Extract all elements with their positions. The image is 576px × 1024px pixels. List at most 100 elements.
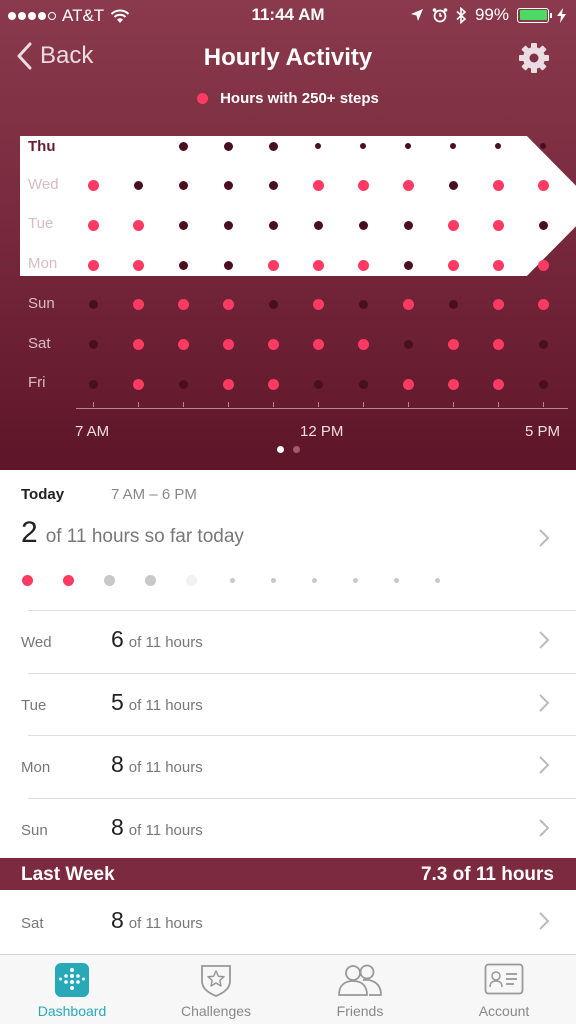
today-hours-count: 2 (21, 516, 38, 549)
day-row[interactable]: Mon 8 of 11 hours (0, 735, 576, 797)
x-axis-tick (543, 402, 544, 407)
row-hours-count: 8 (111, 751, 124, 777)
hour-dot (447, 219, 459, 231)
x-axis-line (76, 408, 568, 409)
hour-dot (223, 181, 233, 191)
today-summary[interactable]: Today 7 AM – 6 PM 2 of 11 hours so far t… (0, 470, 576, 610)
hour-dot (268, 220, 278, 230)
alarm-icon (432, 8, 448, 23)
x-axis-label: 5 PM (525, 423, 561, 440)
hour-dot (492, 219, 504, 231)
hour-dot (358, 300, 368, 310)
row-day-label: Sun (21, 821, 48, 839)
day-row[interactable]: Sun 8 of 11 hours (0, 797, 576, 860)
row-day-label: Mon (21, 759, 51, 776)
today-hour-dot (311, 577, 317, 583)
hour-dot (358, 379, 368, 389)
tab-friends[interactable]: Friends (288, 955, 432, 1024)
hour-dot (267, 259, 279, 271)
hour-dot (537, 180, 549, 192)
today-time-range: 7 AM – 6 PM (111, 486, 197, 503)
day-label-tue: Tue (28, 215, 54, 233)
hourly-activity-grid: Thu Wed Tue Mon Sun Sat Fri 7 AM 12 PM 5 PM (0, 126, 576, 440)
status-bar: AT&T 11:44 AM 99% (0, 0, 576, 30)
hour-dot (222, 339, 234, 350)
hour-dot (405, 143, 411, 149)
x-axis-tick (408, 402, 409, 407)
x-axis-tick (363, 402, 364, 407)
hour-dot (132, 140, 144, 152)
hour-dot (223, 220, 233, 230)
row-day-label: Sat (21, 915, 44, 932)
hour-dot (492, 378, 504, 390)
day-label-sun: Sun (28, 294, 55, 312)
legend-dot (197, 93, 209, 104)
hour-dot (447, 339, 459, 350)
hour-dot (447, 378, 459, 390)
today-hour-dot (62, 574, 74, 586)
row-divider (28, 735, 576, 736)
hour-dot (402, 299, 414, 311)
x-axis-tick (93, 402, 94, 407)
last-week-average: 7.3 of 11 hours (420, 864, 554, 885)
x-axis-label: 7 AM (75, 423, 110, 440)
chart-legend: Hours with 250+ steps (0, 90, 576, 107)
hour-dot (132, 299, 144, 311)
hour-dot (177, 339, 189, 350)
day-row[interactable]: Tue 5 of 11 hours (0, 672, 576, 735)
x-axis-tick (183, 402, 184, 407)
hour-dot (177, 299, 189, 311)
today-hour-dot (270, 577, 276, 583)
row-hours-total: of 11 hours (128, 696, 203, 714)
hour-dot (403, 220, 413, 230)
hour-dot (313, 220, 323, 230)
battery-percent: 99% (474, 5, 509, 24)
day-label-thu: Thu (20, 136, 576, 276)
hour-dot (132, 339, 144, 350)
row-hours-total: of 11 hours (128, 634, 203, 651)
hour-dot (315, 143, 321, 149)
hour-dot (132, 378, 144, 390)
hour-dot (540, 143, 546, 149)
today-hour-dots (0, 568, 576, 588)
hour-dot (313, 379, 323, 389)
tab-account[interactable]: Account (432, 955, 576, 1024)
day-label-wed: Wed (28, 175, 59, 193)
hour-dot (357, 259, 369, 271)
hour-dot (448, 181, 458, 191)
chevron-right-icon (539, 756, 550, 774)
x-axis-tick (273, 402, 274, 407)
hour-dot (223, 260, 233, 270)
location-arrow-icon (410, 9, 423, 21)
day-row[interactable]: Sat 8 of 11 hours (0, 891, 576, 953)
legend-label: Hours with 250+ steps (220, 90, 379, 107)
charging-icon (557, 7, 566, 23)
hour-dot (492, 339, 504, 350)
x-axis-tick (453, 402, 454, 407)
hour-dot (538, 379, 548, 389)
x-axis-tick (138, 402, 139, 407)
account-icon (484, 963, 524, 995)
day-row[interactable]: Wed 6 of 11 hours (0, 610, 576, 672)
x-axis-tick (318, 402, 319, 407)
hour-dot (88, 340, 98, 349)
hour-dot (312, 299, 324, 311)
hour-dot (358, 220, 368, 230)
tab-challenges[interactable]: Challenges (144, 955, 288, 1024)
page-dot (276, 446, 284, 453)
row-divider (28, 797, 576, 799)
hour-dot (267, 339, 279, 350)
hour-dot (403, 260, 413, 270)
tab-dashboard[interactable]: Dashboard (0, 955, 144, 1024)
row-hours-total: of 11 hours (128, 821, 203, 839)
hour-dot (222, 299, 234, 311)
hour-dot (492, 180, 504, 192)
today-hours-text: of 11 hours so far today (45, 526, 244, 547)
hour-dot (178, 141, 188, 151)
hour-dot (402, 378, 414, 390)
settings-button[interactable] (518, 42, 550, 79)
hour-dot (495, 143, 501, 149)
today-hour-dot (103, 574, 115, 586)
row-hours-total: of 11 hours (128, 759, 203, 776)
hour-dot (133, 181, 143, 191)
